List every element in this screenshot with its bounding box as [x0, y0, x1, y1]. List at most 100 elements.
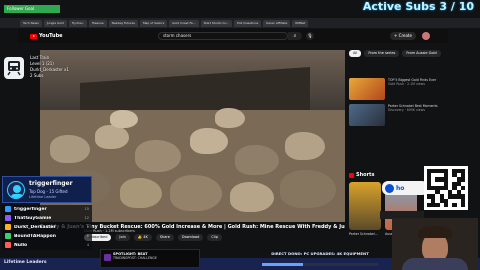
browser-tab[interactable]: Tech News	[20, 19, 42, 27]
avatar[interactable]	[422, 32, 430, 40]
leader-badge-icon	[5, 242, 11, 249]
mic-button[interactable]: 🎙	[306, 32, 314, 40]
qr-code	[424, 166, 468, 210]
rock	[170, 175, 222, 211]
youtube-play-icon	[30, 33, 37, 39]
qr-module	[460, 202, 465, 207]
leader-name: Nullo	[14, 242, 28, 248]
chip-series[interactable]: From the series	[364, 50, 400, 57]
webcam-hair	[418, 226, 452, 238]
sponsor-text: ho	[396, 184, 405, 192]
recommendation-meta: Discovery · 890K views	[388, 108, 425, 112]
leader-name: triggerfinger	[14, 206, 47, 212]
recommendation-thumbnail	[349, 104, 385, 126]
donation-goal-text: DIRECT DONO: PC UPGRADES: 4K EQUIPMENT	[271, 251, 369, 256]
browser-tab[interactable]: Jungle Gold	[43, 19, 67, 27]
ticker-line: TRADINGPOST: CHALLENGE	[113, 256, 157, 260]
download-button[interactable]: Download	[177, 234, 204, 241]
rock	[235, 145, 279, 175]
browser-tab[interactable]: Karen Affiliate	[263, 19, 291, 27]
top-supporter-panel: triggerfinger Top Dog - 15 Gifted Lifeti…	[2, 176, 92, 203]
follower-alert-bar: Follower Goal	[4, 5, 60, 13]
list-item: ThatGuyGamie 12	[2, 214, 92, 223]
leader-value: 12	[84, 216, 89, 221]
active-subs-value: 3 / 10	[439, 0, 474, 13]
rock	[215, 108, 245, 128]
shorts-heading: Shorts	[349, 172, 374, 178]
search-icon: ⌕	[293, 33, 297, 39]
donation-goal-fill	[262, 263, 303, 266]
video-action-row: Subscribed Join 👍 4K Share Download Clip	[84, 234, 222, 241]
supporter-avatar	[7, 181, 25, 199]
create-button[interactable]: + Create	[390, 32, 416, 40]
browser-tab[interactable]: Map of Sailors	[139, 19, 168, 27]
leaderboard-list: triggerfinger 15 ThatGuyGamie 12 Durkt_D…	[2, 205, 92, 250]
leader-name: ThatGuyGamie	[14, 215, 52, 221]
leader-badge-icon	[5, 233, 11, 240]
leader-name: Durkt_Derkaster	[14, 224, 56, 230]
browser-tab[interactable]: Poll Questions	[234, 19, 262, 27]
share-button[interactable]: Share	[155, 234, 174, 241]
rock	[190, 128, 228, 154]
browser-tab[interactable]: Hisense	[88, 19, 107, 27]
leader-value: 15	[84, 207, 89, 212]
browser-tab[interactable]: Gold Coast Fa...	[169, 19, 199, 27]
clip-button[interactable]: Clip	[207, 234, 222, 241]
leader-badge-icon	[5, 206, 11, 213]
browser-tab[interactable]: Nasdaq Futures	[108, 19, 138, 27]
recommendation-meta: Gold Rush · 2.1M views	[388, 82, 425, 86]
leader-badge-icon	[5, 224, 11, 231]
chip-all[interactable]: All	[349, 50, 362, 57]
stream-screen: Follower Goal Active Subs 3 / 10 Tech Ne…	[0, 0, 480, 270]
rock	[230, 182, 274, 212]
rock	[110, 110, 138, 128]
search-button[interactable]: ⌕	[288, 32, 302, 40]
supporter-role: Lifetime Leader	[29, 195, 57, 199]
chip-aussie-gold[interactable]: From Aussie Gold	[402, 50, 441, 57]
qr-code-grid	[427, 169, 465, 207]
mic-icon: 🎙	[307, 33, 313, 38]
join-button[interactable]: Join	[115, 234, 130, 241]
supporter-subtitle: Top Dog - 15 Gifted	[29, 189, 68, 194]
spotlight-ticker: SPOTLIGHT: BEAT TRADINGPOST: CHALLENGE	[100, 249, 200, 268]
short-thumbnail[interactable]	[349, 182, 381, 230]
rock	[135, 140, 181, 172]
leader-value: 9	[86, 225, 89, 230]
rock	[285, 132, 325, 160]
hype-train-info: Last Train Level 1 (21) Durkt_Derkaster …	[30, 55, 69, 79]
like-button[interactable]: 👍 4K	[133, 234, 152, 241]
recommendation-item[interactable]: Parker Schnabel Best Moments Discovery ·…	[349, 104, 446, 126]
leader-value: 6	[86, 234, 89, 239]
sponsor-logo-icon	[385, 183, 394, 193]
browser-tab-bar: Tech News Jungle Gold Hydrau. Hisense Na…	[0, 18, 480, 28]
train-icon	[4, 57, 24, 79]
leaderboard-title: Lifetime Leaders	[4, 260, 47, 265]
rock	[120, 178, 162, 208]
short-caption: Parker Schnabel...	[349, 232, 378, 236]
supporter-name: triggerfinger	[29, 180, 73, 187]
rock	[50, 135, 90, 163]
search-input[interactable]: storm chasers	[158, 32, 288, 40]
leader-name: BoundTAHappon	[14, 233, 56, 239]
webcam-feed	[392, 218, 478, 270]
browser-tab[interactable]: Start Studio Co...	[200, 19, 233, 27]
active-subs-label: Active Subs	[362, 0, 436, 13]
shorts-label: Shorts	[356, 172, 375, 178]
recommendation-text: Parker Schnabel Best Moments Discovery ·…	[388, 104, 446, 126]
rock	[280, 170, 336, 208]
donation-goal-bar	[262, 263, 378, 266]
list-item: triggerfinger 15	[2, 205, 92, 214]
youtube-header: YouTube storm chasers ⌕ 🎙 + Create	[18, 29, 448, 43]
list-item: Nullo 4	[2, 241, 92, 250]
leader-badge-icon	[5, 215, 11, 222]
filter-chips: All From the series From Aussie Gold	[349, 50, 441, 57]
browser-tab[interactable]: RMNet	[292, 19, 309, 27]
browser-tab[interactable]: Hydrau.	[68, 19, 87, 27]
active-subs-counter: Active Subs 3 / 10	[363, 0, 474, 13]
youtube-logo-text: YouTube	[39, 33, 63, 39]
youtube-logo[interactable]: YouTube	[30, 33, 63, 39]
recommendation-item[interactable]: TOP 5 Biggest Gold Finds Ever Gold Rush …	[349, 78, 446, 100]
webcam-shirt	[402, 258, 468, 270]
train-line: 2 Subs	[30, 73, 44, 78]
sponsor-badge: ho	[382, 181, 428, 195]
